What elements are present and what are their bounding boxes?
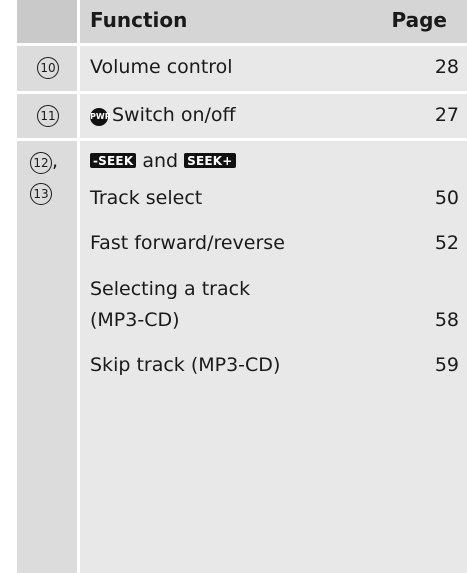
number-column [17, 0, 77, 573]
item-label-selecting-track-2: (MP3-CD) [90, 309, 180, 331]
row-separator [17, 43, 467, 46]
item-page-skip-track: 59 [434, 354, 459, 376]
seek-plus-icon: SEEK+ [184, 153, 236, 168]
table-header: Function Page [17, 0, 467, 43]
row-number-10: 10 [37, 55, 59, 79]
row-label-switch: PWRSwitch on/off [90, 104, 236, 126]
item-label-selecting-track-1: Selecting a track [90, 278, 251, 300]
item-label-fast-forward: Fast forward/reverse [90, 232, 285, 254]
item-page-track-select: 50 [434, 187, 459, 209]
row-page-switch: 27 [434, 104, 459, 126]
function-table: Function Page 10 Volume control 28 11 PW… [17, 0, 467, 573]
row-page-volume: 28 [434, 56, 459, 78]
seek-buttons-label: -SEEK and SEEK+ [90, 150, 236, 172]
row-number-12: 12, [30, 150, 58, 174]
row-separator [17, 91, 467, 94]
row-separator [17, 138, 467, 141]
row-label-volume: Volume control [90, 56, 233, 78]
row-number-11: 11 [37, 103, 59, 127]
item-label-skip-track: Skip track (MP3-CD) [90, 354, 281, 376]
item-page-selecting-track: 58 [434, 309, 459, 331]
item-label-track-select: Track select [90, 187, 203, 209]
power-icon: PWR [90, 108, 111, 126]
item-page-fast-forward: 52 [434, 232, 459, 254]
seek-minus-icon: -SEEK [90, 153, 137, 168]
row-number-13: 13 [30, 181, 52, 205]
header-page: Page [391, 8, 448, 32]
header-function: Function [90, 8, 188, 32]
